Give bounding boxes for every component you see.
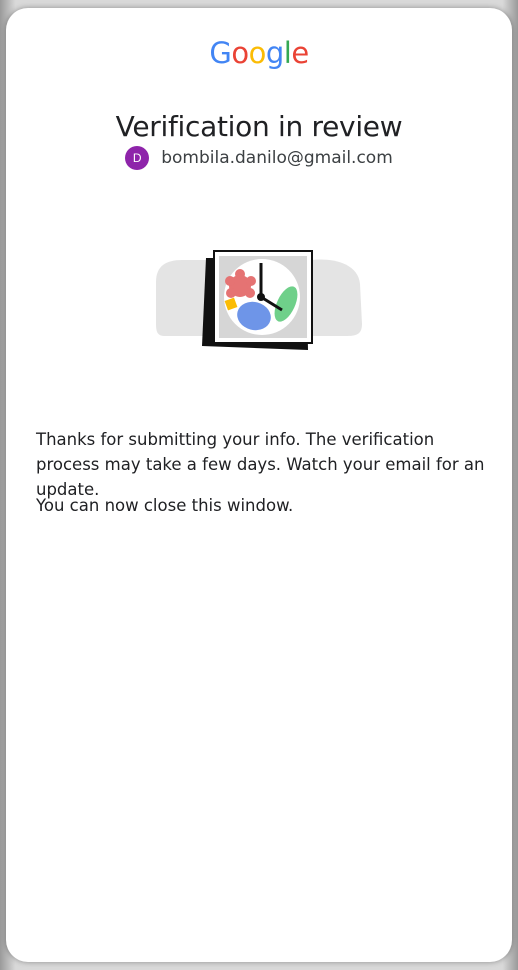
avatar: D: [125, 146, 150, 170]
logo-letter-g: G: [209, 36, 232, 70]
page-title: Verification in review: [115, 109, 403, 143]
account-chip: D bombila.danilo@gmail.com: [6, 146, 512, 170]
clock-review-illustration: [156, 250, 362, 350]
logo-letter-e: e: [291, 36, 309, 70]
clock-center: [257, 293, 265, 301]
right-cloud-shape: [312, 259, 362, 336]
close-window-paragraph: You can now close this window.: [36, 495, 294, 515]
account-email: bombila.danilo@gmail.com: [161, 148, 393, 168]
window-frame: Google Verification in review D bombila.…: [0, 0, 518, 970]
info-paragraph: Thanks for submitting your info. The ver…: [36, 429, 485, 499]
logo-letter-o1: o: [231, 36, 249, 70]
logo-letter-o2: o: [248, 36, 267, 70]
logo-letter-g2: g: [265, 36, 284, 70]
verification-card: Google Verification in review D bombila.…: [6, 8, 512, 962]
google-logo: Google: [6, 36, 512, 70]
